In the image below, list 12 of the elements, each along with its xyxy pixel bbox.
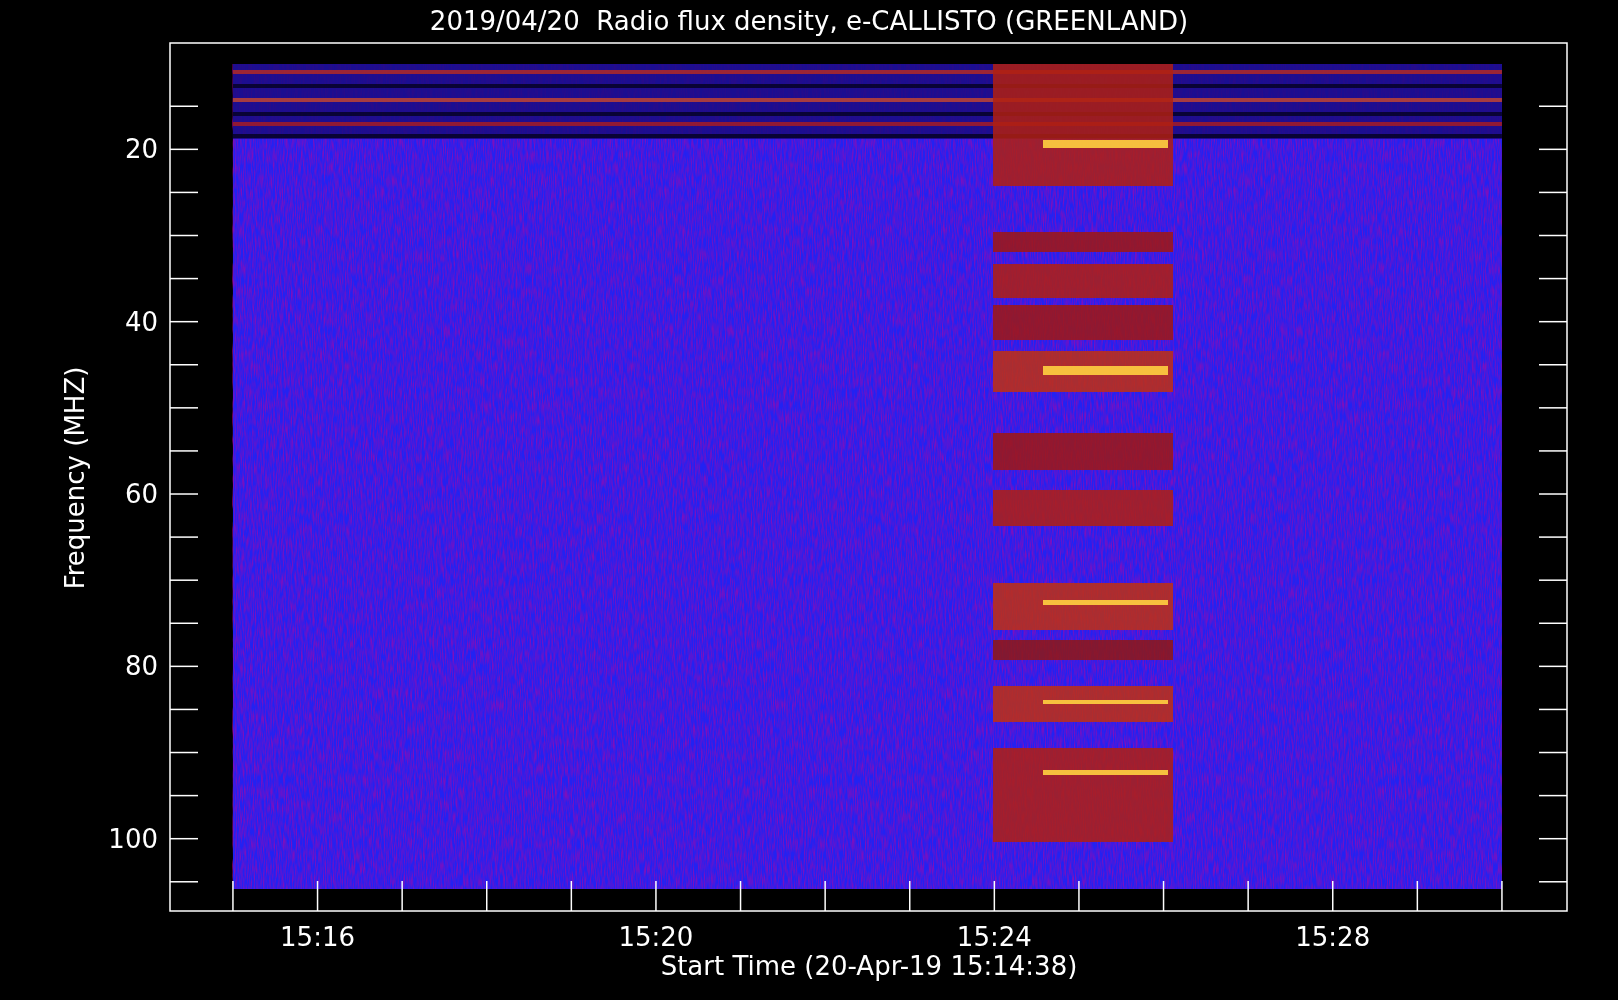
y-tick-label: 60: [124, 479, 158, 509]
x-tick-label: 15:20: [618, 922, 694, 952]
y-tick-label: 40: [124, 306, 158, 337]
x-tick-label: 15:28: [1295, 922, 1371, 952]
x-tick-label: 15:16: [280, 922, 355, 952]
y-tick-label: 100: [108, 823, 158, 854]
y-tick-label: 80: [124, 651, 158, 682]
chart-title: 2019/04/20 Radio flux density, e-CALLISTO (GREENLAND): [429, 6, 1189, 36]
y-tick-label: 20: [124, 134, 158, 165]
x-tick-label: 15:24: [956, 922, 1032, 952]
y-axis-label: Frequency (MHZ): [60, 366, 90, 590]
x-axis-label: Start Time (20-Apr-19 15:14:38): [660, 951, 1078, 981]
